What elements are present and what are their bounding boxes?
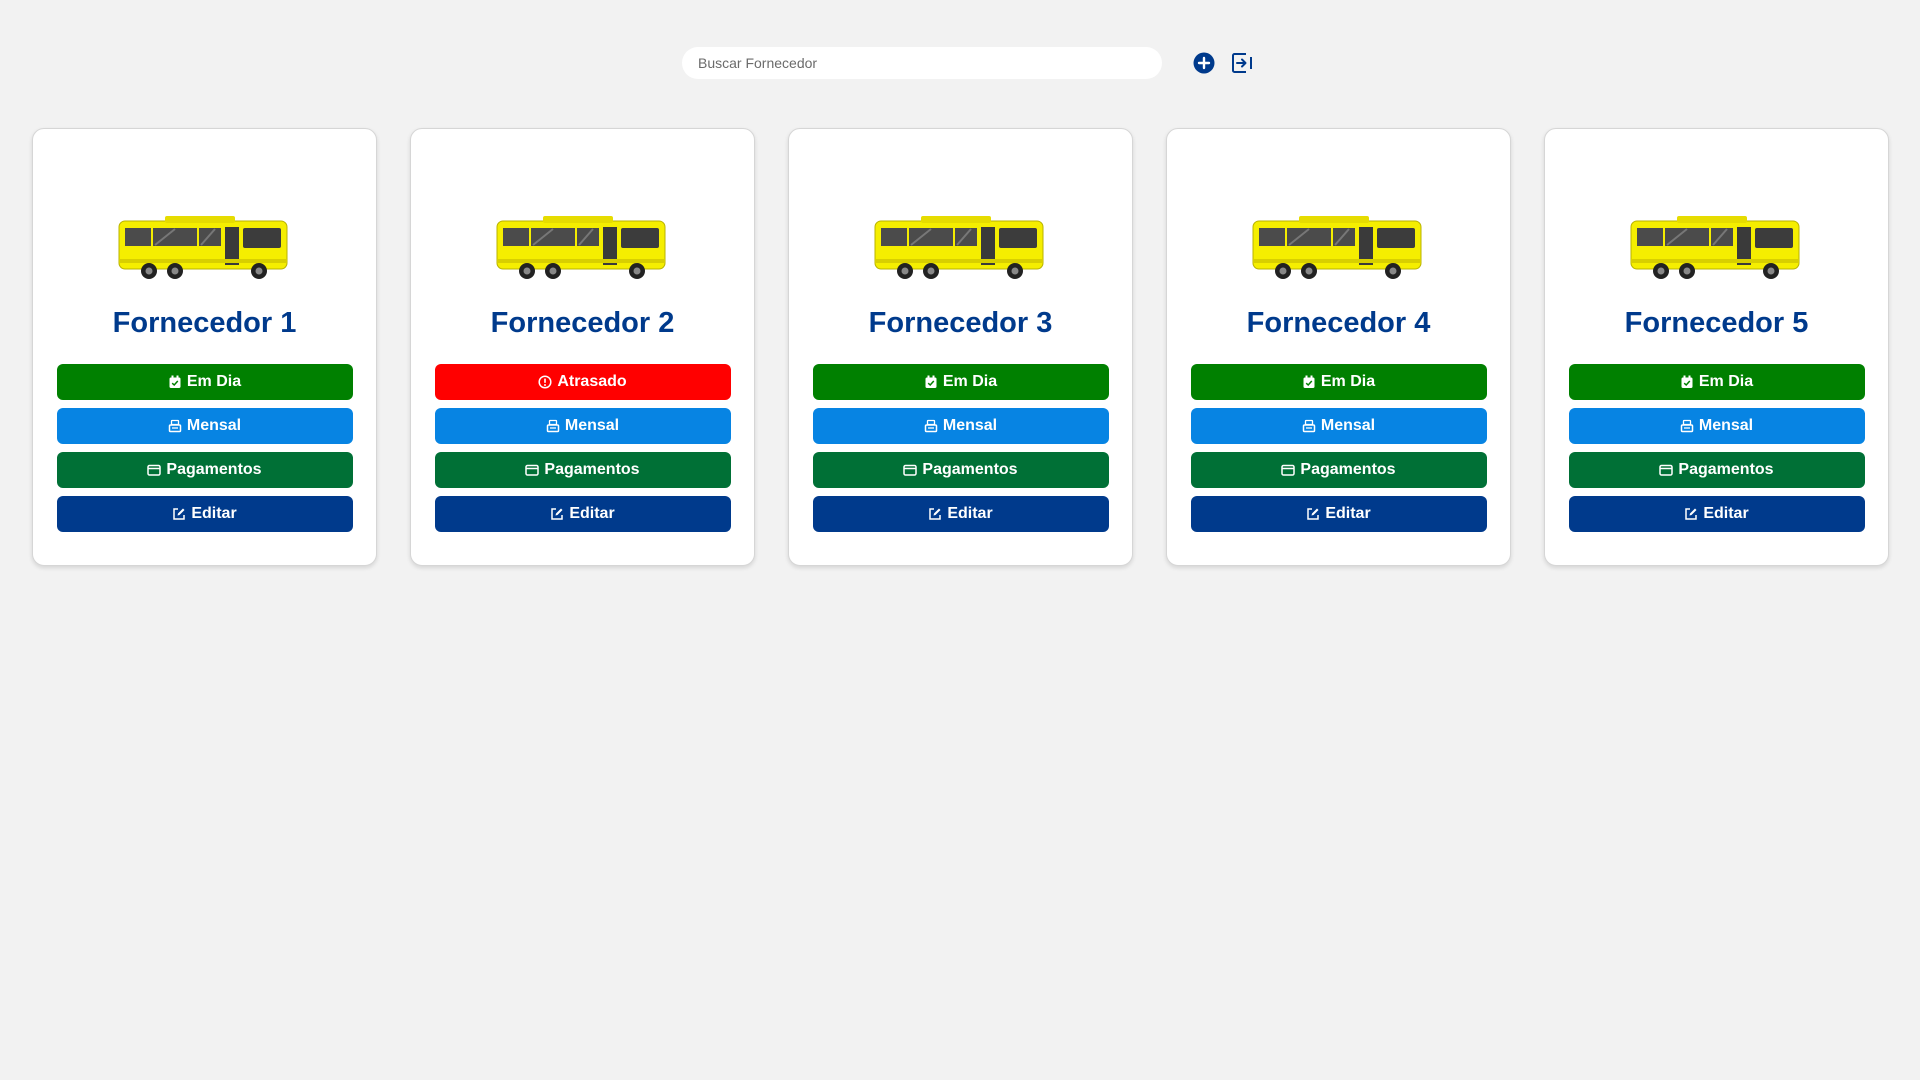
status-label: Em Dia — [942, 373, 998, 390]
payments-label: Pagamentos — [544, 461, 640, 478]
status-label: Em Dia — [1320, 373, 1376, 390]
supplier-card: Fornecedor 2 Atrasado Mensal Pagamentos … — [410, 128, 755, 566]
cash-register-icon — [1680, 419, 1694, 433]
edit-label: Editar — [191, 505, 237, 522]
status-button[interactable]: Em Dia — [56, 364, 353, 400]
bus-icon — [874, 216, 1043, 279]
wallet-icon — [1281, 463, 1296, 477]
status-button[interactable]: Em Dia — [1568, 364, 1865, 400]
wallet-icon — [1659, 463, 1674, 477]
edit-label: Editar — [947, 505, 993, 522]
edit-label: Editar — [1325, 505, 1371, 522]
status-label: Atrasado — [557, 373, 627, 390]
plan-button[interactable]: Mensal — [434, 408, 731, 444]
plan-button[interactable]: Mensal — [1568, 408, 1865, 444]
plan-label: Mensal — [1320, 417, 1376, 434]
cash-register-icon — [1302, 419, 1316, 433]
payments-button[interactable]: Pagamentos — [434, 452, 731, 488]
payments-button[interactable]: Pagamentos — [812, 452, 1109, 488]
edit-button[interactable]: Editar — [1568, 496, 1865, 532]
logout-button[interactable] — [1228, 49, 1256, 77]
supplier-card: Fornecedor 4 Em Dia Mensal Pagamentos Ed… — [1166, 128, 1511, 566]
bus-icon — [118, 216, 287, 279]
supplier-card-grid: Fornecedor 1 Em Dia Mensal Pagamentos Ed… — [32, 128, 1889, 566]
edit-button[interactable]: Editar — [56, 496, 353, 532]
status-button[interactable]: Atrasado — [434, 364, 731, 400]
top-bar — [682, 47, 1256, 79]
calendar-check-icon — [1680, 375, 1694, 389]
cash-register-icon — [924, 419, 938, 433]
edit-label: Editar — [569, 505, 615, 522]
edit-icon — [1684, 507, 1698, 521]
plan-label: Mensal — [564, 417, 620, 434]
supplier-card: Fornecedor 5 Em Dia Mensal Pagamentos Ed… — [1544, 128, 1889, 566]
bus-icon — [1252, 216, 1421, 279]
edit-icon — [1306, 507, 1320, 521]
cash-register-icon — [168, 419, 182, 433]
payments-label: Pagamentos — [922, 461, 1018, 478]
plan-label: Mensal — [942, 417, 998, 434]
status-label: Em Dia — [1698, 373, 1754, 390]
cash-register-icon — [546, 419, 560, 433]
logout-icon — [1232, 53, 1252, 73]
plan-button[interactable]: Mensal — [812, 408, 1109, 444]
supplier-card: Fornecedor 1 Em Dia Mensal Pagamentos Ed… — [32, 128, 377, 566]
plus-circle-icon — [1193, 52, 1215, 74]
plan-button[interactable]: Mensal — [56, 408, 353, 444]
plan-button[interactable]: Mensal — [1190, 408, 1487, 444]
edit-icon — [928, 507, 942, 521]
payments-label: Pagamentos — [166, 461, 262, 478]
edit-button[interactable]: Editar — [812, 496, 1109, 532]
supplier-name: Fornecedor 5 — [1624, 307, 1809, 339]
edit-icon — [550, 507, 564, 521]
search-input[interactable] — [682, 47, 1162, 79]
edit-label: Editar — [1703, 505, 1749, 522]
status-button[interactable]: Em Dia — [1190, 364, 1487, 400]
plan-label: Mensal — [186, 417, 242, 434]
wallet-icon — [903, 463, 918, 477]
calendar-check-icon — [1302, 375, 1316, 389]
edit-button[interactable]: Editar — [434, 496, 731, 532]
alert-circle-icon — [538, 375, 552, 389]
wallet-icon — [147, 463, 162, 477]
payments-label: Pagamentos — [1678, 461, 1774, 478]
status-label: Em Dia — [186, 373, 242, 390]
payments-button[interactable]: Pagamentos — [1568, 452, 1865, 488]
supplier-name: Fornecedor 4 — [1246, 307, 1431, 339]
supplier-name: Fornecedor 3 — [868, 307, 1053, 339]
payments-button[interactable]: Pagamentos — [1190, 452, 1487, 488]
edit-button[interactable]: Editar — [1190, 496, 1487, 532]
calendar-check-icon — [168, 375, 182, 389]
calendar-check-icon — [924, 375, 938, 389]
supplier-name: Fornecedor 2 — [490, 307, 675, 339]
edit-icon — [172, 507, 186, 521]
bus-icon — [1630, 216, 1799, 279]
payments-button[interactable]: Pagamentos — [56, 452, 353, 488]
add-supplier-button[interactable] — [1190, 49, 1218, 77]
bus-icon — [496, 216, 665, 279]
supplier-card: Fornecedor 3 Em Dia Mensal Pagamentos Ed… — [788, 128, 1133, 566]
supplier-name: Fornecedor 1 — [112, 307, 297, 339]
plan-label: Mensal — [1698, 417, 1754, 434]
wallet-icon — [525, 463, 540, 477]
payments-label: Pagamentos — [1300, 461, 1396, 478]
status-button[interactable]: Em Dia — [812, 364, 1109, 400]
